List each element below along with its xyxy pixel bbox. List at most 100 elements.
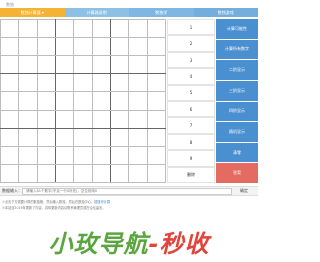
grid-cell[interactable] — [73, 55, 93, 75]
grid-cell[interactable] — [73, 127, 93, 147]
number-button-3[interactable]: 3 — [167, 51, 215, 69]
delete-button[interactable]: 删除 — [167, 166, 215, 184]
grid-cell[interactable] — [91, 109, 111, 129]
grid-cell[interactable] — [18, 127, 38, 147]
grid-cell[interactable] — [128, 145, 148, 165]
grid-cell[interactable] — [146, 109, 167, 129]
grid-cell[interactable] — [0, 55, 20, 75]
grid-cell[interactable] — [36, 73, 56, 93]
grid-cell[interactable] — [128, 73, 148, 93]
grid-cell[interactable] — [91, 18, 111, 39]
grid-cell[interactable] — [146, 91, 167, 111]
tab-sudoku-game[interactable]: 数独游戏 — [193, 8, 258, 17]
grid-cell[interactable] — [54, 55, 75, 75]
grid-cell[interactable] — [18, 73, 38, 93]
number-button-5[interactable]: 5 — [167, 84, 215, 102]
grid-cell[interactable] — [146, 37, 167, 57]
grid-cell[interactable] — [54, 18, 75, 39]
show-level-2-button[interactable]: 二阶显示 — [216, 60, 258, 80]
data-input-field[interactable] — [22, 187, 232, 195]
grid-cell[interactable] — [91, 37, 111, 57]
grid-cell[interactable] — [128, 127, 148, 147]
number-button-7[interactable]: 7 — [167, 117, 215, 134]
grid-cell[interactable] — [109, 55, 130, 75]
grid-cell[interactable] — [73, 145, 93, 165]
grid-cell[interactable] — [54, 37, 75, 57]
grid-cell[interactable] — [54, 73, 75, 93]
grid-cell[interactable] — [91, 145, 111, 165]
number-button-1[interactable]: 1 — [167, 19, 215, 36]
number-button-6[interactable]: 6 — [167, 101, 215, 118]
calculate-possibilities-button[interactable]: 计算可能性 — [216, 19, 258, 39]
grid-cell[interactable] — [0, 127, 20, 147]
grid-cell[interactable] — [146, 145, 167, 165]
grid-cell[interactable] — [36, 127, 56, 147]
grid-cell[interactable] — [91, 127, 111, 147]
grid-cell[interactable] — [36, 55, 56, 75]
number-button-4[interactable]: 4 — [167, 68, 215, 85]
grid-cell[interactable] — [54, 91, 75, 111]
grid-cell[interactable] — [128, 18, 148, 39]
grid-cell[interactable] — [146, 127, 167, 147]
grid-cell[interactable] — [73, 37, 93, 57]
grid-cell[interactable] — [0, 37, 20, 57]
grid-cell[interactable] — [73, 73, 93, 93]
grid-cell[interactable] — [73, 109, 93, 129]
grid-cell[interactable] — [128, 163, 148, 184]
grid-cell[interactable] — [73, 91, 93, 111]
grid-cell[interactable] — [109, 109, 130, 129]
grid-cell[interactable] — [0, 18, 20, 39]
grid-cell[interactable] — [109, 18, 130, 39]
grid-cell[interactable] — [146, 73, 167, 93]
number-button-8[interactable]: 8 — [167, 133, 215, 151]
grid-cell[interactable] — [146, 18, 167, 39]
grid-cell[interactable] — [36, 145, 56, 165]
clear-button[interactable]: 清零 — [216, 142, 258, 163]
grid-cell[interactable] — [18, 37, 38, 57]
grid-cell[interactable] — [18, 18, 38, 39]
grid-cell[interactable] — [73, 163, 93, 184]
calculate-all-button[interactable]: 计算所有数字 — [216, 39, 258, 60]
show-level-3-button[interactable]: 三阶显示 — [216, 80, 258, 101]
confirm-button[interactable]: 确定 — [236, 188, 252, 195]
grid-cell[interactable] — [36, 109, 56, 129]
number-button-9[interactable]: 9 — [167, 150, 215, 167]
grid-cell[interactable] — [91, 91, 111, 111]
grid-cell[interactable] — [18, 145, 38, 165]
grid-cell[interactable] — [36, 163, 56, 184]
grid-cell[interactable] — [54, 145, 75, 165]
grid-cell[interactable] — [109, 145, 130, 165]
grid-cell[interactable] — [128, 109, 148, 129]
grid-cell[interactable] — [0, 163, 20, 184]
grid-cell[interactable] — [0, 91, 20, 111]
grid-cell[interactable] — [146, 55, 167, 75]
grid-cell[interactable] — [91, 73, 111, 93]
tab-calculator-guide[interactable]: 计算器说明 — [64, 8, 129, 17]
show-level-4-button[interactable]: 四阶显示 — [216, 101, 258, 122]
grid-cell[interactable] — [18, 91, 38, 111]
grid-cell[interactable] — [18, 109, 38, 129]
grid-cell[interactable] — [91, 55, 111, 75]
grid-cell[interactable] — [109, 163, 130, 184]
grid-cell[interactable] — [18, 55, 38, 75]
grid-cell[interactable] — [128, 37, 148, 57]
grid-cell[interactable] — [54, 109, 75, 129]
grid-cell[interactable] — [18, 163, 38, 184]
grid-cell[interactable] — [54, 163, 75, 184]
answer-button[interactable]: 答案 — [216, 163, 258, 183]
tab-sudoku-learning[interactable]: 数独学 — [129, 8, 194, 17]
grid-cell[interactable] — [109, 91, 130, 111]
grid-cell[interactable] — [36, 91, 56, 111]
grid-cell[interactable] — [73, 18, 93, 39]
grid-cell[interactable] — [146, 163, 167, 184]
note-link[interactable]: 按钮可计算 — [94, 200, 110, 204]
grid-cell[interactable] — [0, 109, 20, 129]
grid-cell[interactable] — [0, 73, 20, 93]
grid-cell[interactable] — [36, 37, 56, 57]
grid-cell[interactable] — [128, 91, 148, 111]
grid-cell[interactable] — [128, 55, 148, 75]
grid-cell[interactable] — [109, 73, 130, 93]
number-button-2[interactable]: 2 — [167, 35, 215, 52]
grid-cell[interactable] — [109, 37, 130, 57]
random-show-button[interactable]: 随机显示 — [216, 122, 258, 142]
